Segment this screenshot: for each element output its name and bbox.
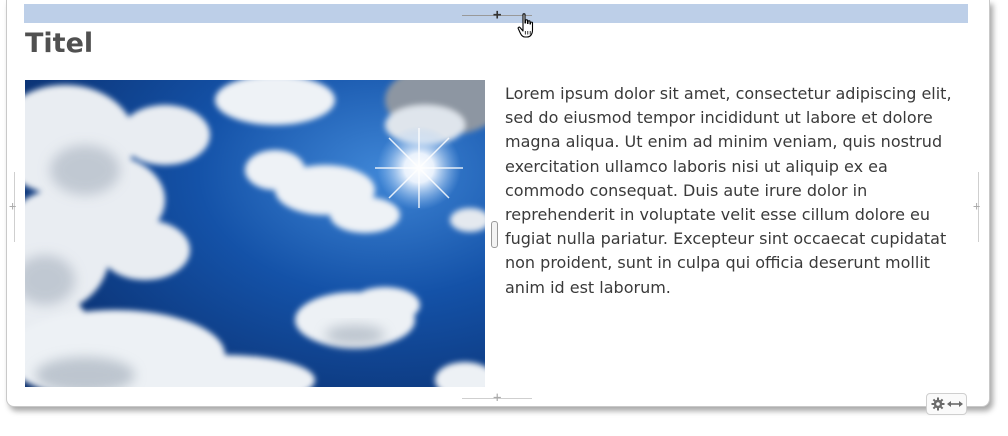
plus-icon: + [493,390,502,406]
plus-icon: + [493,7,502,23]
hand-cursor-icon [517,13,534,38]
plus-icon: + [973,199,981,213]
settings-button[interactable] [926,393,967,415]
add-column-left-handle[interactable]: + [9,172,16,242]
add-row-bottom-handle[interactable]: + [462,390,532,406]
horizontal-arrows-icon [946,401,963,407]
add-column-right-handle[interactable]: + [973,172,980,242]
plus-icon: + [9,199,17,213]
gear-icon [931,397,944,411]
sky-image-graphic [25,80,485,387]
sky-image[interactable] [25,80,485,387]
column-resize-handle[interactable] [491,221,498,248]
body-text[interactable]: Lorem ipsum dolor sit amet, consectetur … [505,82,967,300]
page-title[interactable]: Titel [25,27,93,61]
